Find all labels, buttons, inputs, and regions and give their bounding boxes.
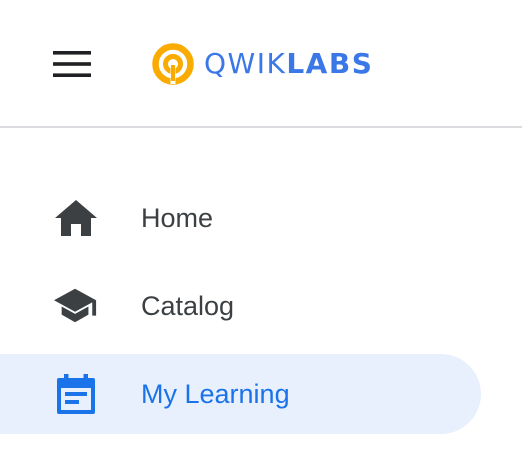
app-header: QWIKLABS [0,0,522,128]
calendar-list-icon [54,372,98,416]
logo-text-labs: LABS [286,47,374,80]
nav-item-home[interactable]: Home [0,178,481,258]
main-menu-button[interactable] [46,40,98,88]
nav-item-catalog-label: Catalog [141,290,235,321]
nav-item-my-learning-label: My Learning [141,378,290,409]
qwiklabs-logo[interactable]: QWIKLABS [150,40,373,88]
logo-wordmark: QWIKLABS [204,50,373,78]
graduation-cap-icon [54,284,98,328]
nav-item-my-learning[interactable]: My Learning [0,354,481,434]
hamburger-menu-icon [53,51,91,77]
home-icon [54,196,98,240]
logo-text-qwik: QWIK [204,47,287,80]
qwiklabs-logo-mark-icon [152,43,194,85]
nav-item-home-label: Home [141,202,214,233]
nav-item-catalog[interactable]: Catalog [0,266,481,346]
